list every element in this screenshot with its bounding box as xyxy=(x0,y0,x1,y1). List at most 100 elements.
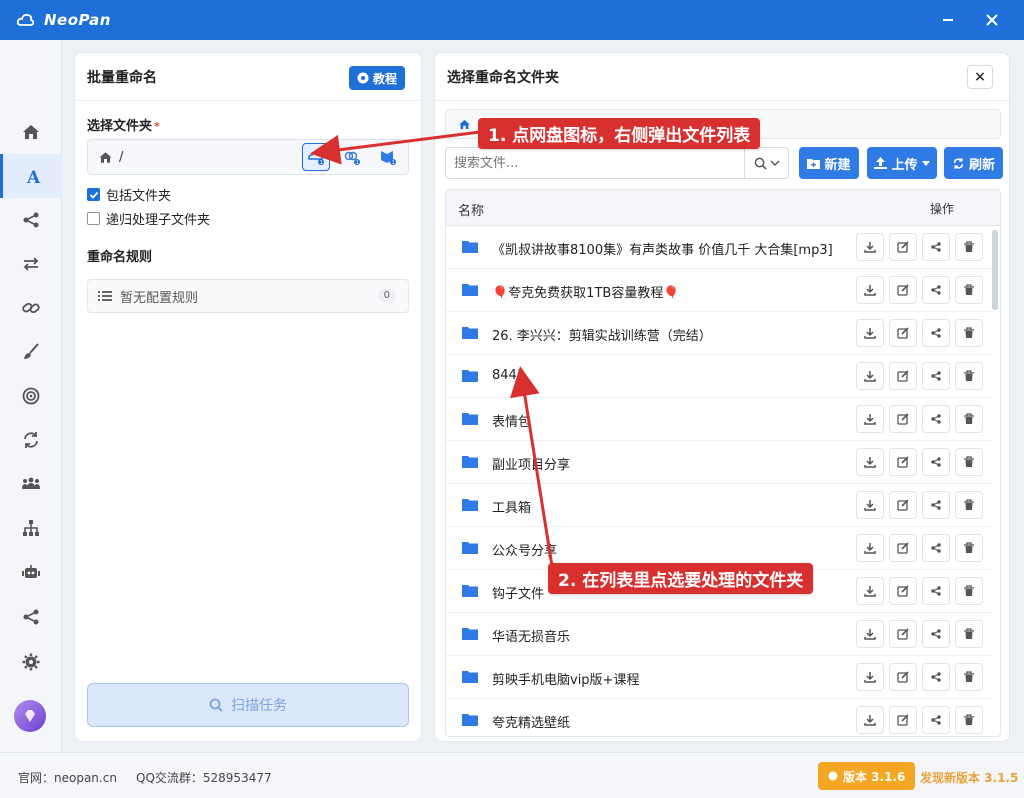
download-button[interactable] xyxy=(856,663,884,691)
rename-button[interactable] xyxy=(889,362,917,390)
download-button[interactable] xyxy=(856,620,884,648)
scrollbar[interactable] xyxy=(992,230,998,310)
rename-button[interactable] xyxy=(889,448,917,476)
delete-button[interactable] xyxy=(955,319,983,347)
share-button[interactable] xyxy=(922,706,950,734)
netdisk-button-2[interactable]: 1 xyxy=(338,143,366,171)
download-button[interactable] xyxy=(856,577,884,605)
close-window-button[interactable] xyxy=(980,8,1004,32)
rules-list[interactable]: 暂无配置规则 0 xyxy=(87,279,409,313)
file-name[interactable]: 表情包 xyxy=(492,411,531,430)
include-folders-checkbox[interactable]: 包括文件夹 xyxy=(87,185,171,204)
delete-button[interactable] xyxy=(955,448,983,476)
share-button[interactable] xyxy=(922,491,950,519)
netdisk-button-3[interactable]: 1 xyxy=(374,143,402,171)
new-version-link[interactable]: 发现新版本 3.1.5 xyxy=(920,769,1018,786)
nav-share-2[interactable] xyxy=(0,595,62,639)
close-button[interactable]: × xyxy=(967,65,993,89)
delete-button[interactable] xyxy=(955,534,983,562)
delete-button[interactable] xyxy=(955,491,983,519)
delete-button[interactable] xyxy=(955,577,983,605)
checkbox-checked-icon[interactable] xyxy=(87,188,100,201)
table-row[interactable]: 夸克精选壁纸 xyxy=(446,699,994,736)
delete-button[interactable] xyxy=(955,233,983,261)
table-row[interactable]: 8441 xyxy=(446,355,994,398)
delete-button[interactable] xyxy=(955,276,983,304)
download-button[interactable] xyxy=(856,319,884,347)
rename-button[interactable] xyxy=(889,233,917,261)
nav-link[interactable] xyxy=(0,286,62,330)
recursive-checkbox[interactable]: 递归处理子文件夹 xyxy=(87,209,210,228)
rename-button[interactable] xyxy=(889,534,917,562)
file-name[interactable]: 8441 xyxy=(492,368,525,383)
nav-home[interactable] xyxy=(0,110,62,154)
nav-share[interactable] xyxy=(0,198,62,242)
download-button[interactable] xyxy=(856,276,884,304)
version-badge[interactable]: 版本 3.1.6 xyxy=(818,762,916,790)
delete-button[interactable] xyxy=(955,620,983,648)
table-row[interactable]: 华语无损音乐 xyxy=(446,613,994,656)
search-input[interactable] xyxy=(446,155,736,171)
search-options-button[interactable] xyxy=(744,148,788,178)
rename-button[interactable] xyxy=(889,276,917,304)
delete-button[interactable] xyxy=(955,663,983,691)
folder-path-field[interactable]: / 1 1 1 xyxy=(87,139,409,175)
share-button[interactable] xyxy=(922,405,950,433)
rename-button[interactable] xyxy=(889,491,917,519)
scan-task-button[interactable]: 扫描任务 xyxy=(87,683,409,727)
table-row[interactable]: 《凯叔讲故事8100集》有声类故事 价值几千 大合集[mp3] xyxy=(446,226,994,269)
rename-button[interactable] xyxy=(889,319,917,347)
share-button[interactable] xyxy=(922,276,950,304)
rename-button[interactable] xyxy=(889,577,917,605)
table-row[interactable]: 🎈夸克免费获取1TB容量教程🎈 xyxy=(446,269,994,312)
file-name[interactable]: 钩子文件 xyxy=(492,583,544,602)
website-link[interactable]: 官网：neopan.cn xyxy=(18,769,117,786)
download-button[interactable] xyxy=(856,448,884,476)
nav-transfer[interactable] xyxy=(0,242,62,286)
download-button[interactable] xyxy=(856,534,884,562)
share-button[interactable] xyxy=(922,233,950,261)
table-row[interactable]: 工具箱 xyxy=(446,484,994,527)
download-button[interactable] xyxy=(856,706,884,734)
tutorial-button[interactable]: 教程 xyxy=(348,66,405,90)
checkbox-unchecked-icon[interactable] xyxy=(87,212,100,225)
refresh-button[interactable]: 刷新 xyxy=(944,147,1003,179)
minimize-button[interactable] xyxy=(936,8,960,32)
rename-button[interactable] xyxy=(889,620,917,648)
nav-robot[interactable] xyxy=(0,550,62,594)
nav-sitemap[interactable] xyxy=(0,506,62,550)
rename-button[interactable] xyxy=(889,405,917,433)
avatar[interactable] xyxy=(14,700,46,732)
nav-target[interactable] xyxy=(0,374,62,418)
share-button[interactable] xyxy=(922,663,950,691)
home-icon[interactable] xyxy=(458,118,471,131)
table-row[interactable]: 副业项目分享 xyxy=(446,441,994,484)
table-row[interactable]: 26. 李兴兴：剪辑实战训练营（完结） xyxy=(446,312,994,355)
rename-button[interactable] xyxy=(889,663,917,691)
file-name[interactable]: 副业项目分享 xyxy=(492,454,570,473)
share-button[interactable] xyxy=(922,362,950,390)
delete-button[interactable] xyxy=(955,706,983,734)
nav-sync[interactable] xyxy=(0,418,62,462)
file-name[interactable]: 公众号分享 xyxy=(492,540,557,559)
file-name[interactable]: 剪映手机电脑vip版+课程 xyxy=(492,669,639,688)
file-name[interactable]: 26. 李兴兴：剪辑实战训练营（完结） xyxy=(492,325,712,344)
download-button[interactable] xyxy=(856,491,884,519)
delete-button[interactable] xyxy=(955,405,983,433)
share-button[interactable] xyxy=(922,319,950,347)
download-button[interactable] xyxy=(856,405,884,433)
delete-button[interactable] xyxy=(955,362,983,390)
new-folder-button[interactable]: 新建 xyxy=(799,147,859,179)
table-row[interactable]: 表情包 xyxy=(446,398,994,441)
share-button[interactable] xyxy=(922,577,950,605)
file-name[interactable]: 🎈夸克免费获取1TB容量教程🎈 xyxy=(492,282,680,301)
upload-button[interactable]: 上传 xyxy=(867,147,937,179)
file-name[interactable]: 《凯叔讲故事8100集》有声类故事 价值几千 大合集[mp3] xyxy=(492,239,833,258)
nav-users[interactable] xyxy=(0,462,62,506)
share-button[interactable] xyxy=(922,448,950,476)
share-button[interactable] xyxy=(922,620,950,648)
share-button[interactable] xyxy=(922,534,950,562)
file-name[interactable]: 夸克精选壁纸 xyxy=(492,712,570,731)
nav-settings[interactable] xyxy=(0,640,62,684)
nav-clean[interactable] xyxy=(0,330,62,374)
